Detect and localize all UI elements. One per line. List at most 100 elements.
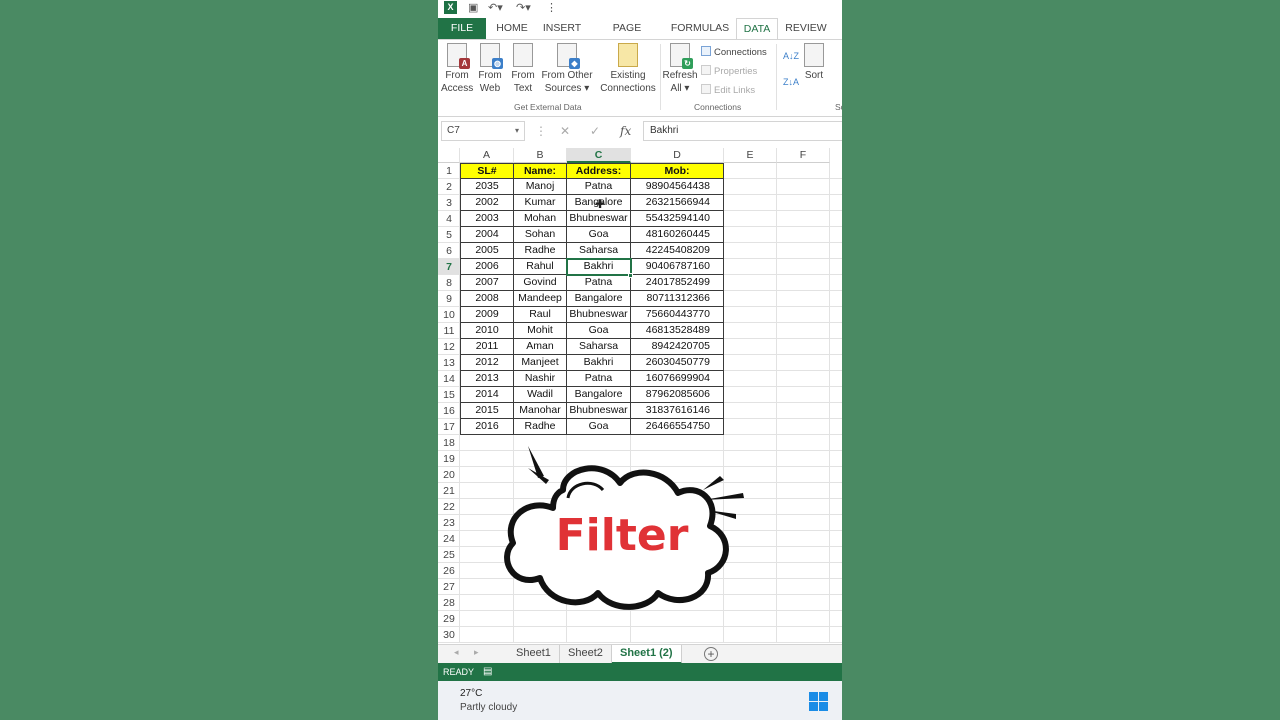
row-header[interactable]: 24 [438, 531, 460, 547]
tab-home[interactable]: HOME [492, 18, 532, 39]
cell-sl[interactable]: 2006 [460, 259, 514, 275]
cell-name[interactable]: Manoj [514, 179, 567, 195]
cell-mob[interactable]: 24017852499 [631, 275, 724, 291]
cell-name[interactable]: Nashir [514, 371, 567, 387]
column-header-f[interactable]: F [777, 148, 830, 163]
cell-address[interactable]: Bangalore [567, 291, 631, 307]
cell-sl[interactable]: 2016 [460, 419, 514, 435]
cell-sl[interactable]: 2003 [460, 211, 514, 227]
cell-sl[interactable]: 2008 [460, 291, 514, 307]
cell-sl[interactable]: 2014 [460, 387, 514, 403]
cell-mob[interactable]: 26466554750 [631, 419, 724, 435]
header-cell-mob[interactable]: Mob: [631, 163, 724, 179]
from-web-button[interactable]: ◍ From Web [475, 43, 505, 95]
row-header[interactable]: 5 [438, 227, 460, 243]
row-header[interactable]: 29 [438, 611, 460, 627]
cell-address[interactable]: Bakhri [567, 259, 631, 275]
cell-sl[interactable]: 2011 [460, 339, 514, 355]
row-header[interactable]: 6 [438, 243, 460, 259]
sort-button[interactable]: Sort [800, 43, 828, 82]
column-header-a[interactable]: A [460, 148, 514, 163]
cell-address[interactable]: Bhubneswar [567, 211, 631, 227]
row-header[interactable]: 23 [438, 515, 460, 531]
cell-name[interactable]: Sohan [514, 227, 567, 243]
cell-name[interactable]: Mandeep [514, 291, 567, 307]
cell-name[interactable]: Manohar [514, 403, 567, 419]
row-header[interactable]: 15 [438, 387, 460, 403]
row-header[interactable]: 22 [438, 499, 460, 515]
cell-address[interactable]: Bangalore [567, 387, 631, 403]
row-header[interactable]: 4 [438, 211, 460, 227]
tab-file[interactable]: FILE [438, 18, 486, 39]
cell-sl[interactable]: 2010 [460, 323, 514, 339]
cell-sl[interactable]: 2035 [460, 179, 514, 195]
row-header[interactable]: 7 [438, 259, 460, 275]
column-header-e[interactable]: E [724, 148, 777, 163]
cell-sl[interactable]: 2002 [460, 195, 514, 211]
row-header[interactable]: 25 [438, 547, 460, 563]
cell-address[interactable]: Patna [567, 179, 631, 195]
row-header[interactable]: 28 [438, 595, 460, 611]
connections-button[interactable]: Connections [701, 46, 767, 59]
cell-sl[interactable]: 2012 [460, 355, 514, 371]
cell-name[interactable]: Kumar [514, 195, 567, 211]
column-header-d[interactable]: D [631, 148, 724, 163]
row-header[interactable]: 21 [438, 483, 460, 499]
formula-input[interactable]: Bakhri [643, 121, 842, 141]
refresh-all-button[interactable]: ↻ Refresh All ▾ [662, 43, 698, 95]
sheet-tab-sheet1[interactable]: Sheet1 [508, 645, 560, 664]
select-all-corner[interactable] [438, 148, 460, 163]
cell-sl[interactable]: 2004 [460, 227, 514, 243]
cell-mob[interactable]: 31837616146 [631, 403, 724, 419]
cell-sl[interactable]: 2007 [460, 275, 514, 291]
row-header[interactable]: 3 [438, 195, 460, 211]
cell-address[interactable]: Bhubneswar [567, 403, 631, 419]
weather-condition[interactable]: Partly cloudy [460, 702, 517, 713]
cell-address[interactable]: Goa [567, 323, 631, 339]
enter-icon[interactable]: ✓ [590, 122, 600, 140]
previous-sheet-icon[interactable]: ◂ [454, 647, 459, 658]
name-box[interactable]: C7 [441, 121, 525, 141]
cell-address[interactable]: Goa [567, 419, 631, 435]
row-header[interactable]: 26 [438, 563, 460, 579]
cell-mob[interactable]: 98904564438 [631, 179, 724, 195]
row-header[interactable]: 17 [438, 419, 460, 435]
cell-sl[interactable]: 2009 [460, 307, 514, 323]
from-text-button[interactable]: From Text [508, 43, 538, 95]
from-other-sources-button[interactable]: ◆ From Other Sources ▾ [539, 43, 595, 95]
row-header[interactable]: 1 [438, 163, 460, 179]
header-cell-address[interactable]: Address: [567, 163, 631, 179]
cell-address[interactable]: Bhubneswar [567, 307, 631, 323]
cell-address[interactable]: Saharsa [567, 243, 631, 259]
cell-sl[interactable]: 2005 [460, 243, 514, 259]
existing-connections-button[interactable]: Existing Connections [597, 43, 659, 95]
cell-name[interactable]: Manjeet [514, 355, 567, 371]
windows-start-icon[interactable] [809, 692, 828, 711]
cell-name[interactable]: Govind [514, 275, 567, 291]
cell-address[interactable]: Patna [567, 371, 631, 387]
tab-page-layout[interactable]: PAGE LAYOUT [592, 18, 662, 55]
cell-name[interactable]: Radhe [514, 243, 567, 259]
cell-name[interactable]: Aman [514, 339, 567, 355]
cell-sl[interactable]: 2013 [460, 371, 514, 387]
row-header[interactable]: 12 [438, 339, 460, 355]
row-header[interactable]: 16 [438, 403, 460, 419]
edit-links-button[interactable]: Edit Links [701, 84, 755, 97]
tab-review[interactable]: REVIEW [784, 18, 828, 39]
cell-sl[interactable]: 2015 [460, 403, 514, 419]
customize-qat-icon[interactable]: ⋮ [546, 1, 557, 15]
redo-icon[interactable]: ↷▾ [516, 1, 531, 15]
cell-name[interactable]: Mohan [514, 211, 567, 227]
sheet-tab-sheet2[interactable]: Sheet2 [560, 645, 612, 664]
fill-handle[interactable] [628, 273, 633, 278]
row-header[interactable]: 19 [438, 451, 460, 467]
row-header[interactable]: 14 [438, 371, 460, 387]
cell-mob[interactable]: 42245408209 [631, 243, 724, 259]
row-header[interactable]: 2 [438, 179, 460, 195]
tab-insert[interactable]: INSERT [540, 18, 584, 39]
row-header[interactable]: 13 [438, 355, 460, 371]
row-header[interactable]: 9 [438, 291, 460, 307]
next-sheet-icon[interactable]: ▸ [474, 647, 479, 658]
header-cell-sl[interactable]: SL# [460, 163, 514, 179]
row-header[interactable]: 8 [438, 275, 460, 291]
